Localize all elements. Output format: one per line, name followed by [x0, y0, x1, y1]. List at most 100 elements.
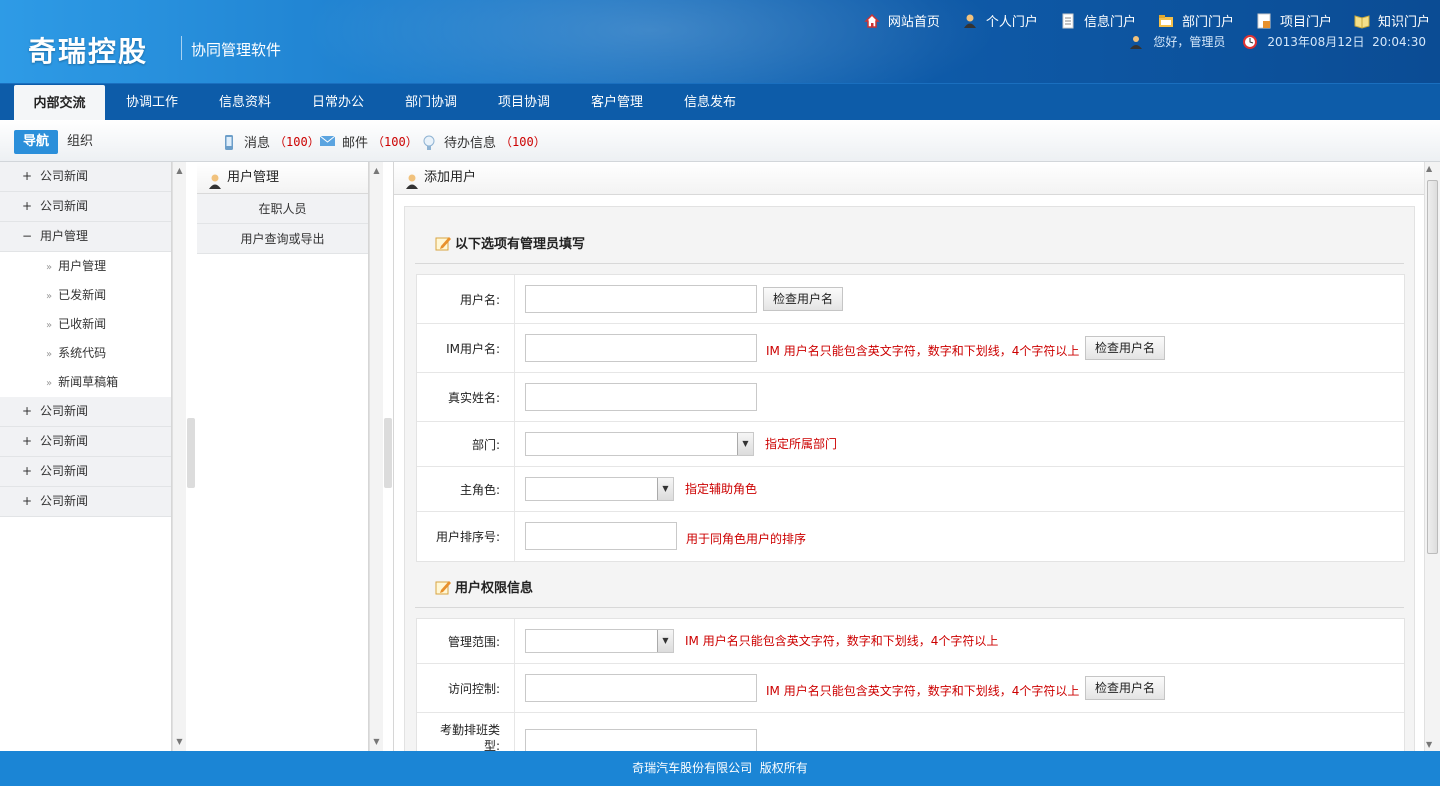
row-im-username: IM用户名: IM 用户名只能包含英文字符，数字和下划线，4个字符以上 检查用户…	[417, 324, 1404, 373]
link-project[interactable]: 项目门户	[1256, 11, 1332, 30]
link-dept[interactable]: 部门门户	[1158, 11, 1234, 30]
tab-daily[interactable]: 日常办公	[292, 84, 384, 121]
submenu-drafts[interactable]: » 新闻草稿箱	[0, 368, 171, 397]
role-hint: 指定辅助角色	[685, 482, 758, 496]
user-info: 您好，管理员 2013年08月12日 20:04:30	[1129, 33, 1426, 50]
link-info-label: 信息门户	[1083, 15, 1136, 30]
submenu-sent-news[interactable]: » 已发新闻	[0, 281, 171, 310]
link-home[interactable]: 网站首页	[864, 11, 940, 30]
scroll-down-icon[interactable]: ▼	[1426, 740, 1432, 749]
access-input[interactable]	[525, 674, 757, 702]
scroll-up-icon[interactable]: ▲	[173, 164, 186, 178]
scroll-up-icon[interactable]: ▲	[1426, 164, 1432, 173]
app-subtitle: 协同管理软件	[191, 41, 282, 59]
tab-internal[interactable]: 内部交流	[14, 85, 105, 121]
realname-input[interactable]	[525, 383, 757, 411]
field-label: 用户名:	[417, 275, 515, 323]
scroll-down-icon[interactable]: ▼	[173, 735, 186, 749]
chevron-down-icon: ▼	[657, 630, 673, 652]
link-info[interactable]: 信息门户	[1060, 11, 1136, 30]
section-permissions: 用户权限信息	[435, 577, 533, 596]
submenu-received-news[interactable]: » 已收新闻	[0, 310, 171, 339]
submenu-user-mgmt[interactable]: » 用户管理	[0, 252, 171, 281]
left-scrollbar[interactable]: ▲ ▼	[172, 162, 186, 751]
check-access-button[interactable]: 检查用户名	[1085, 676, 1166, 700]
submenu-label: 用户管理	[58, 259, 107, 273]
divider	[415, 607, 1404, 608]
tab-dept[interactable]: 部门协调	[385, 84, 477, 121]
order-input[interactable]	[525, 522, 677, 550]
basic-info-table: 用户名: 检查用户名 IM用户名: IM 用户名只能包含英文字符，数字和下划线，…	[416, 274, 1405, 562]
scroll-thumb[interactable]	[1427, 180, 1438, 554]
scroll-down-icon[interactable]: ▼	[370, 735, 383, 749]
row-scope: 管理范围: ▼ IM 用户名只能包含英文字符，数字和下划线，4个字符以上	[417, 619, 1404, 664]
collapse-icon: −	[22, 229, 33, 243]
menu-item-label: 公司新闻	[40, 169, 89, 183]
link-knowledge[interactable]: 知识门户	[1354, 11, 1430, 30]
mid-splitter-handle[interactable]	[384, 418, 392, 488]
project-icon	[1256, 13, 1272, 29]
scope-select[interactable]: ▼	[525, 629, 674, 653]
menu-item-news-6[interactable]: + 公司新闻	[0, 487, 171, 517]
main-scrollbar[interactable]: ▲ ▼	[1424, 162, 1440, 751]
folder-icon	[1158, 13, 1174, 29]
left-menu: + 公司新闻 + 公司新闻 − 用户管理 » 用户管理 » 已发新闻 » 已收新闻 » 系统代…	[0, 162, 172, 751]
im-username-input[interactable]	[525, 334, 757, 362]
username-input[interactable]	[525, 285, 757, 313]
check-im-username-button[interactable]: 检查用户名	[1085, 336, 1166, 360]
mail-link[interactable]: 邮件 （100）	[319, 132, 418, 151]
tab-coordination[interactable]: 协调工作	[106, 84, 198, 121]
datetime: 2013年08月12日 20:04:30	[1267, 35, 1426, 49]
tab-project[interactable]: 项目协调	[478, 84, 570, 121]
shift-input[interactable]	[525, 729, 757, 751]
expand-icon: +	[22, 169, 33, 183]
messages-count: （100）	[274, 135, 320, 149]
edit-icon	[435, 579, 451, 595]
tab-customer[interactable]: 客户管理	[571, 84, 663, 121]
nav-button[interactable]: 导航	[14, 130, 58, 154]
link-dept-label: 部门门户	[1181, 15, 1234, 30]
menu-item-label: 公司新闻	[40, 199, 89, 213]
scroll-up-icon[interactable]: ▲	[370, 164, 383, 178]
messages-link[interactable]: 消息 （100）	[222, 132, 320, 151]
link-personal[interactable]: 个人门户	[962, 11, 1038, 30]
dept-select[interactable]: ▼	[525, 432, 754, 456]
footer: 奇瑞汽车股份有限公司 版权所有	[0, 751, 1440, 786]
sub-toolbar: 导航 组织 消息 （100） 邮件 （100） 待办信息 （100）	[0, 120, 1440, 162]
panel-title: 用户管理	[227, 169, 280, 185]
arrow-icon: »	[46, 349, 53, 360]
left-splitter-handle[interactable]	[187, 418, 195, 488]
mid-scrollbar[interactable]: ▲ ▼	[369, 162, 383, 751]
row-role: 主角色: ▼ 指定辅助角色	[417, 467, 1404, 512]
shift-label: 考勤排班类型:	[439, 722, 500, 752]
menu-item-news-5[interactable]: + 公司新闻	[0, 457, 171, 487]
tab-publish[interactable]: 信息发布	[664, 84, 756, 121]
role-select[interactable]: ▼	[525, 477, 674, 501]
divider	[415, 263, 1404, 264]
row-employees[interactable]: 在职人员	[197, 194, 368, 224]
link-project-label: 项目门户	[1279, 15, 1332, 30]
tab-info-data[interactable]: 信息资料	[199, 84, 291, 121]
greeting: 您好，管理员	[1153, 35, 1226, 49]
chevron-down-icon: ▼	[657, 478, 673, 500]
permission-table: 管理范围: ▼ IM 用户名只能包含英文字符，数字和下划线，4个字符以上 访问控…	[416, 618, 1405, 751]
check-username-button[interactable]: 检查用户名	[763, 287, 844, 311]
section-admin-fill: 以下选项有管理员填写	[435, 233, 585, 252]
menu-item-news-4[interactable]: + 公司新闻	[0, 427, 171, 457]
order-hint: 用于同角色用户的排序	[686, 532, 807, 546]
edit-icon	[435, 235, 451, 251]
main-header: 添加用户	[394, 162, 1424, 195]
arrow-icon: »	[46, 262, 53, 273]
access-hint: IM 用户名只能包含英文字符，数字和下划线，4个字符以上	[766, 684, 1080, 698]
submenu-system-code[interactable]: » 系统代码	[0, 339, 171, 368]
logo-divider	[181, 36, 182, 60]
org-button[interactable]: 组织	[67, 130, 93, 154]
field-label: 主角色:	[417, 467, 515, 511]
row-query-export[interactable]: 用户查询或导出	[197, 224, 368, 254]
menu-item-news-3[interactable]: + 公司新闻	[0, 397, 171, 427]
menu-item-news-2[interactable]: + 公司新闻	[0, 192, 171, 222]
menu-item-user-mgmt[interactable]: − 用户管理	[0, 222, 171, 252]
section-title-2: 用户权限信息	[455, 581, 534, 596]
todo-link[interactable]: 待办信息 （100）	[422, 132, 546, 151]
menu-item-news-1[interactable]: + 公司新闻	[0, 162, 171, 192]
